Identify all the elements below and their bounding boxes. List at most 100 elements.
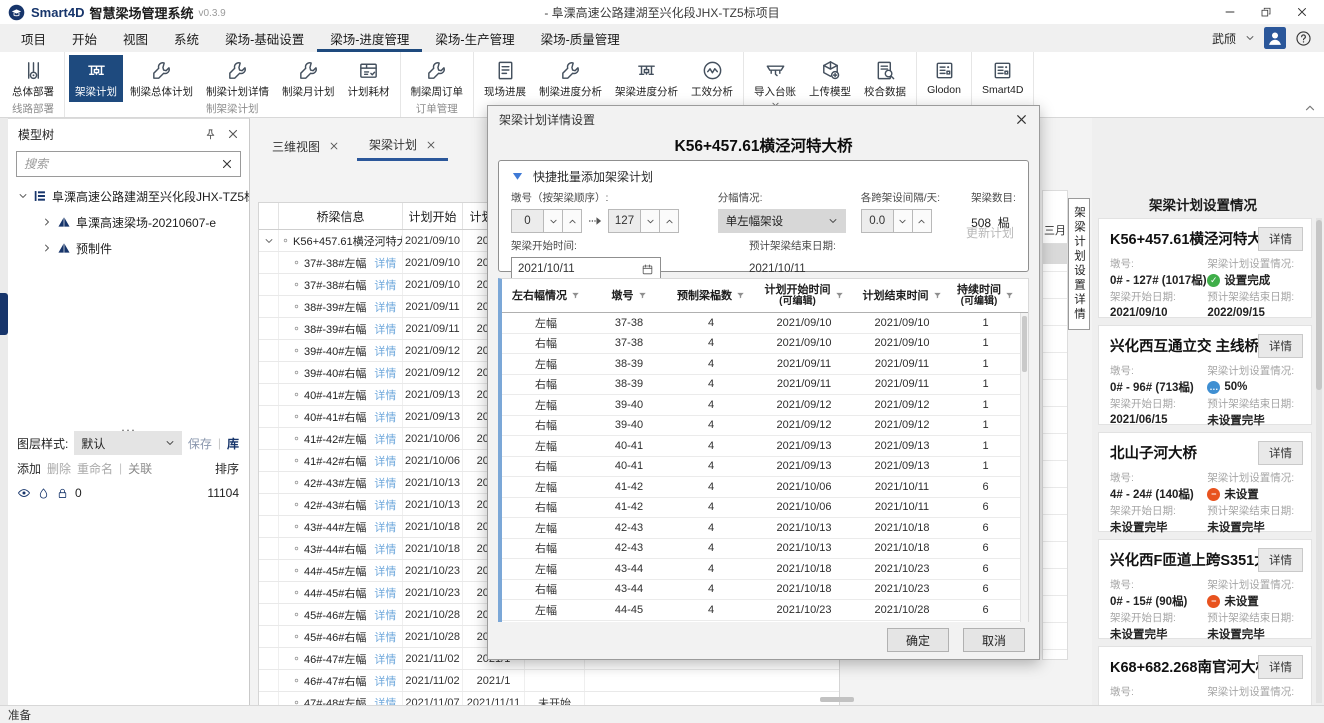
- update-plan-button[interactable]: 更新计划: [966, 224, 1014, 241]
- stepper-up-button[interactable]: [562, 209, 582, 233]
- column-header[interactable]: 左右幅情况: [502, 290, 590, 302]
- rename-layer-link[interactable]: 重命名: [77, 460, 113, 477]
- detail-button[interactable]: 详情: [1258, 227, 1303, 251]
- column-header[interactable]: 持续时间(可编辑): [950, 284, 1021, 308]
- span-plan-row[interactable]: 右幅 43-44 4 2021/10/18 2021/10/23 6: [502, 580, 1028, 601]
- ribbon-button[interactable]: 总体部署: [6, 55, 60, 102]
- pin-icon[interactable]: [204, 128, 217, 141]
- stepper-up-button[interactable]: [659, 209, 679, 233]
- ribbon-button[interactable]: 上传模型: [803, 55, 857, 109]
- menu-item[interactable]: 系统: [161, 24, 212, 52]
- detail-link[interactable]: 详情: [374, 695, 396, 706]
- detail-link[interactable]: 详情: [374, 431, 396, 447]
- close-icon[interactable]: [227, 128, 239, 140]
- stepper-down-button[interactable]: [543, 209, 563, 233]
- detail-button[interactable]: 详情: [1258, 334, 1303, 358]
- ribbon-button[interactable]: 制梁周订单: [405, 55, 470, 102]
- ribbon-button[interactable]: 制梁进度分析: [533, 55, 608, 102]
- chevron-down-icon[interactable]: [1245, 33, 1255, 43]
- cancel-button[interactable]: 取消: [963, 628, 1025, 652]
- detail-link[interactable]: 详情: [374, 651, 396, 667]
- tree-item[interactable]: 预制件: [8, 235, 249, 261]
- avatar[interactable]: [1264, 27, 1286, 49]
- stepper-down-button[interactable]: [640, 209, 660, 233]
- detail-link[interactable]: 详情: [374, 585, 396, 601]
- detail-link[interactable]: 详情: [374, 629, 396, 645]
- help-button[interactable]: [1295, 30, 1312, 47]
- library-link[interactable]: 库: [227, 435, 239, 452]
- sort-link[interactable]: 排序: [215, 460, 239, 477]
- restore-button[interactable]: [1250, 1, 1282, 23]
- visibility-eye-icon[interactable]: [17, 486, 31, 500]
- tree-root-item[interactable]: 阜溧高速公路建湖至兴化段JHX-TZ5标项目: [8, 183, 249, 209]
- column-header[interactable]: 计划开始时间(可编辑): [754, 284, 854, 308]
- column-header[interactable]: 计划开始: [403, 203, 463, 229]
- close-button[interactable]: [1286, 1, 1318, 23]
- column-header[interactable]: 桥梁信息: [279, 203, 403, 229]
- span-plan-row[interactable]: 右幅 38-39 4 2021/09/11 2021/09/11 1: [502, 375, 1028, 396]
- chevron-down-icon[interactable]: [264, 236, 274, 246]
- chevron-down-icon[interactable]: [18, 191, 28, 201]
- table-scrollbar[interactable]: [1020, 313, 1028, 622]
- start-date-input[interactable]: [518, 263, 637, 275]
- menu-item[interactable]: 梁场-基础设置: [212, 24, 317, 52]
- ribbon-button[interactable]: 计划耗材: [342, 55, 396, 102]
- column-header[interactable]: 计划结束时间: [854, 290, 950, 302]
- menu-item[interactable]: 梁场-质量管理: [528, 24, 633, 52]
- menu-item[interactable]: 视图: [110, 24, 161, 52]
- panel-drag-handle[interactable]: [0, 293, 8, 335]
- ribbon-button[interactable]: 架梁进度分析: [609, 55, 684, 102]
- ribbon-button[interactable]: 导入台账: [748, 55, 802, 109]
- span-plan-row[interactable]: 右幅 40-41 4 2021/09/13 2021/09/13 1: [502, 457, 1028, 478]
- stepper-up-button[interactable]: [912, 209, 932, 233]
- panel-splitter-icon[interactable]: [119, 422, 137, 427]
- detail-button[interactable]: 详情: [1258, 655, 1303, 679]
- ribbon-button[interactable]: 现场进展: [478, 55, 532, 102]
- span-plan-row[interactable]: 左幅 40-41 4 2021/09/13 2021/09/13 1: [502, 436, 1028, 457]
- filter-icon[interactable]: [1005, 291, 1014, 300]
- ok-button[interactable]: 确定: [887, 628, 949, 652]
- stepper-down-button[interactable]: [893, 209, 913, 233]
- relate-link[interactable]: 关联: [128, 460, 152, 477]
- ribbon-button[interactable]: 校合数据: [858, 55, 912, 109]
- detail-link[interactable]: 详情: [374, 453, 396, 469]
- add-layer-link[interactable]: 添加: [17, 460, 41, 477]
- collapse-triangle-icon[interactable]: [511, 170, 524, 183]
- ribbon-button[interactable]: 架梁计划: [69, 55, 123, 102]
- ribbon-button[interactable]: 制梁计划详情: [200, 55, 275, 102]
- ribbon-button[interactable]: 工效分析: [685, 55, 739, 102]
- dialog-close-icon[interactable]: [1015, 113, 1028, 126]
- detail-link[interactable]: 详情: [374, 409, 396, 425]
- search-input[interactable]: [24, 157, 215, 171]
- filter-icon[interactable]: [835, 291, 844, 300]
- span-plan-row[interactable]: 左幅 44-45 4 2021/10/23 2021/10/28 6: [502, 600, 1028, 621]
- clear-search-icon[interactable]: [221, 158, 233, 170]
- bridge-span-row[interactable]: 46#-47#右幅详情 2021/11/02 2021/1: [259, 670, 839, 692]
- ribbon-button[interactable]: 制梁总体计划: [124, 55, 199, 102]
- document-tab[interactable]: 三维视图: [260, 131, 351, 161]
- split-select[interactable]: 单左幅架设: [718, 209, 846, 233]
- span-plan-row[interactable]: 右幅 39-40 4 2021/09/12 2021/09/12 1: [502, 416, 1028, 437]
- ribbon-button[interactable]: Smart4D: [976, 55, 1029, 102]
- detail-button[interactable]: 详情: [1258, 441, 1303, 465]
- droplet-icon[interactable]: [37, 487, 50, 500]
- minimize-button[interactable]: [1214, 1, 1246, 23]
- detail-link[interactable]: 详情: [374, 519, 396, 535]
- detail-link[interactable]: 详情: [374, 607, 396, 623]
- detail-link[interactable]: 详情: [374, 563, 396, 579]
- filter-icon[interactable]: [638, 291, 647, 300]
- detail-link[interactable]: 详情: [374, 299, 396, 315]
- detail-link[interactable]: 详情: [374, 255, 396, 271]
- span-plan-row[interactable]: 左幅 37-38 4 2021/09/10 2021/09/10 1: [502, 313, 1028, 334]
- menu-item[interactable]: 梁场-进度管理: [317, 24, 422, 52]
- menu-item[interactable]: 梁场-生产管理: [422, 24, 527, 52]
- ribbon-button[interactable]: Glodon: [921, 55, 967, 102]
- span-plan-row[interactable]: 左幅 41-42 4 2021/10/06 2021/10/11 6: [502, 477, 1028, 498]
- menu-item[interactable]: 项目: [8, 24, 59, 52]
- span-plan-row[interactable]: 左幅 38-39 4 2021/09/11 2021/09/11 1: [502, 354, 1028, 375]
- calendar-icon[interactable]: [641, 263, 654, 276]
- tab-close-icon[interactable]: [426, 140, 436, 150]
- delete-layer-link[interactable]: 删除: [47, 460, 71, 477]
- filter-icon[interactable]: [571, 291, 580, 300]
- document-tab[interactable]: 架梁计划: [357, 131, 448, 161]
